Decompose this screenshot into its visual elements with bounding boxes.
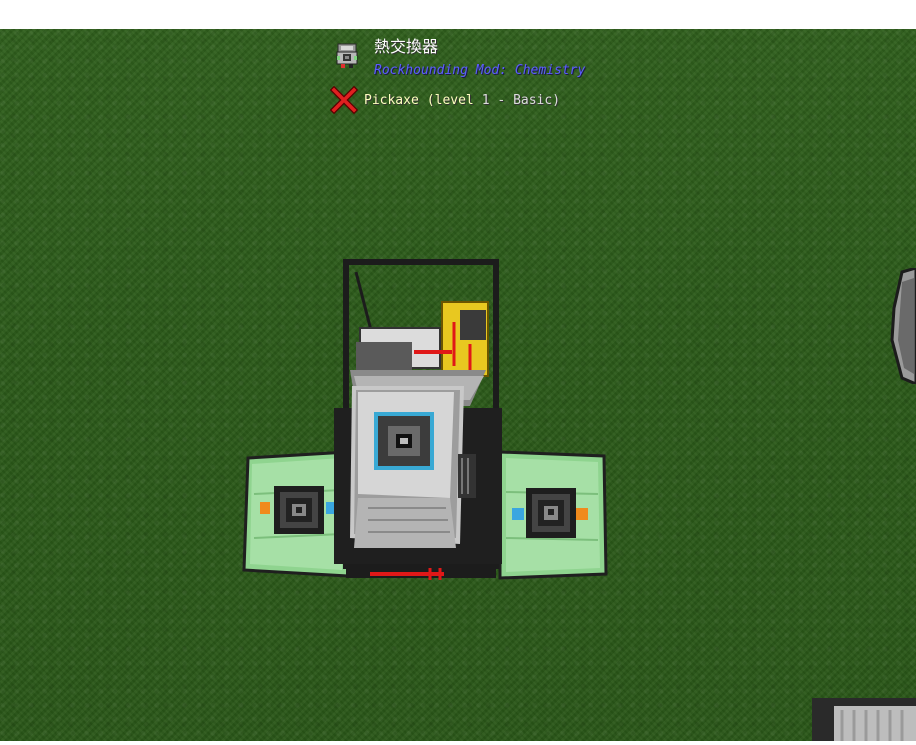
tool-level-value: 1 - Basic): [481, 92, 561, 108]
tool-name: Pickaxe: [364, 92, 419, 108]
heat-exchanger-icon: [335, 42, 359, 70]
tool-level-prefix: (level: [426, 92, 474, 108]
neighbor-block-right[interactable]: [888, 266, 916, 386]
block-info-tooltip: 熱交換器 Rockhounding Mod: Chemistry Pickaxe…: [329, 36, 600, 116]
block-name: 熱交換器: [374, 37, 439, 56]
mod-name: Rockhounding Mod: Chemistry: [374, 63, 586, 78]
harvest-tool-row: Pickaxe (level 1 - Basic): [329, 85, 561, 115]
top-white-bar: [0, 0, 916, 29]
red-x-icon: [329, 85, 359, 115]
neighbor-block-bottom[interactable]: [810, 694, 916, 741]
heat-exchanger-block[interactable]: [238, 258, 610, 584]
